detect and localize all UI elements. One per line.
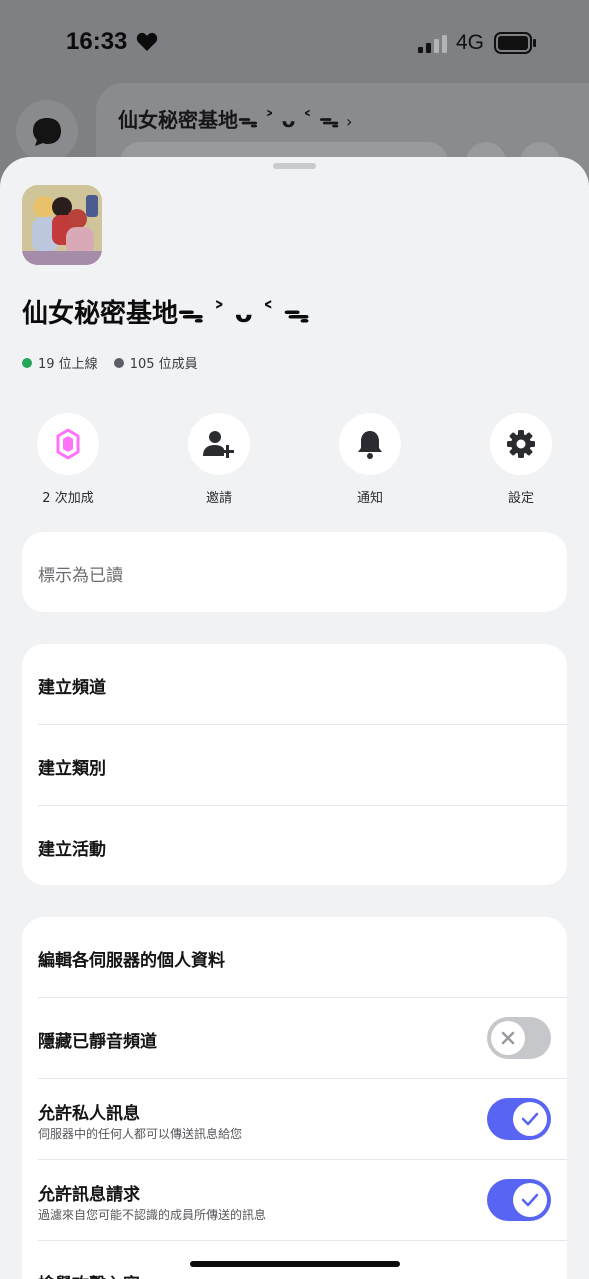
heart-icon [136, 32, 158, 51]
cellular-signal-icon [418, 35, 447, 53]
create-category-item[interactable]: 建立類別 [38, 725, 567, 806]
network-type: 4G [456, 31, 485, 54]
allow-dm-description: 伺服器中的任何人都可以傳送訊息給您 [38, 1127, 243, 1141]
server-name: 仙女秘密基地ᯓ ˃ ᴗ ˂ ᯓ [22, 299, 310, 329]
dm-button-background [16, 100, 78, 162]
clock: 16:33 [66, 28, 128, 55]
mark-as-read-label: 標示為已讀 [38, 566, 123, 586]
gear-icon [507, 430, 535, 458]
boost-button[interactable]: 2 次加成 [18, 413, 118, 506]
check-icon [521, 1193, 539, 1207]
boost-label: 2 次加成 [42, 491, 94, 506]
edit-server-profile-item[interactable]: 編輯各伺服器的個人資料 [38, 917, 567, 998]
bell-icon [358, 431, 382, 459]
online-count: 19 位上線 [38, 357, 98, 372]
hide-muted-channels-item: 隱藏已靜音頻道 [38, 998, 567, 1079]
quick-actions: 2 次加成 邀請 通知 設定 [0, 413, 589, 513]
add-user-icon [203, 431, 234, 458]
settings-menu-card: 編輯各伺服器的個人資料 隱藏已靜音頻道 允許私人訊息 伺服器中的任何人都可以傳送… [22, 917, 567, 1279]
notifications-button[interactable]: 通知 [320, 413, 420, 506]
server-icon [22, 185, 102, 265]
member-count: 105 位成員 [129, 357, 198, 372]
home-indicator[interactable] [190, 1261, 400, 1267]
member-stats: 19 位上線 105 位成員 [22, 353, 198, 372]
online-dot [22, 357, 32, 368]
invite-label: 邀請 [205, 491, 232, 506]
notifications-label: 通知 [356, 491, 383, 506]
x-icon [501, 1031, 515, 1045]
create-channel-item[interactable]: 建立頻道 [38, 644, 567, 725]
allow-requests-toggle[interactable] [487, 1179, 551, 1221]
chat-bubble-icon [33, 118, 61, 146]
allow-dm-toggle[interactable] [487, 1098, 551, 1140]
report-raid-item[interactable]: 檢舉攻擊內容 [38, 1241, 567, 1279]
hide-muted-toggle[interactable] [487, 1017, 551, 1059]
settings-label: 設定 [507, 491, 534, 506]
status-bar: 16:33 4G [0, 0, 589, 88]
background-server-title: 仙女秘密基地ᯓ ˃ ᴗ ˂ ᯓ › [118, 108, 353, 132]
allow-message-requests-item: 允許訊息請求 過濾來自您可能不認識的成員所傳送的訊息 [38, 1160, 567, 1241]
server-options-sheet: 仙女秘密基地ᯓ ˃ ᴗ ˂ ᯓ 19 位上線 105 位成員 2 次加成 邀請 … [0, 157, 589, 1279]
settings-button[interactable]: 設定 [471, 413, 571, 506]
create-event-item[interactable]: 建立活動 [38, 806, 567, 885]
allow-requests-description: 過濾來自您可能不認識的成員所傳送的訊息 [38, 1208, 267, 1222]
create-menu-card: 建立頻道 建立類別 建立活動 [22, 644, 567, 885]
mark-read-card[interactable]: 標示為已讀 [22, 532, 567, 612]
members-dot [113, 357, 124, 368]
boost-gem-icon [56, 428, 80, 460]
sheet-grabber[interactable] [273, 163, 316, 169]
battery-icon [494, 32, 536, 54]
check-icon [521, 1112, 539, 1126]
allow-dm-item: 允許私人訊息 伺服器中的任何人都可以傳送訊息給您 [38, 1079, 567, 1160]
invite-button[interactable]: 邀請 [169, 413, 269, 506]
